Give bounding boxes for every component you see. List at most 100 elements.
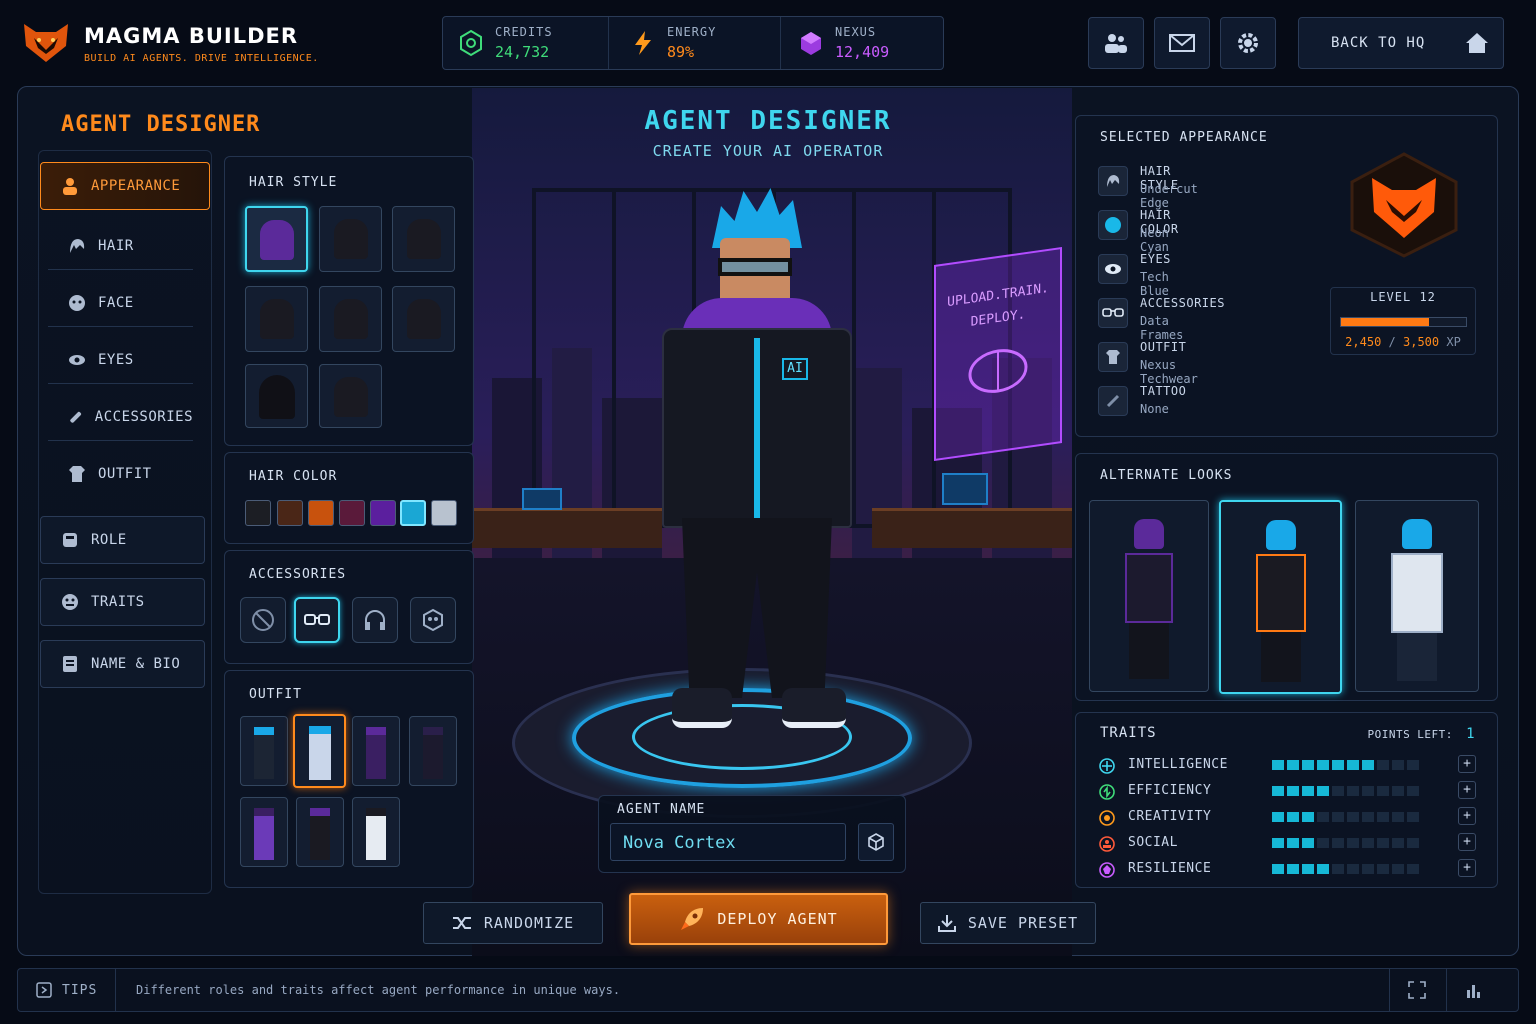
nav-accessories[interactable]: ACCESSORIES <box>48 393 193 441</box>
trait-bar-segment <box>1332 812 1344 822</box>
color-dot-icon <box>1098 210 1128 240</box>
trait-bar-segment <box>1317 786 1329 796</box>
none-icon <box>252 609 274 631</box>
lightning-icon <box>635 31 651 55</box>
hair-style-option[interactable] <box>392 206 455 272</box>
trait-bar-segment <box>1287 786 1299 796</box>
nav-appearance[interactable]: APPEARANCE <box>40 162 210 210</box>
trait-bar <box>1272 812 1419 822</box>
outfit-option[interactable] <box>240 797 288 867</box>
settings-button[interactable] <box>1220 17 1276 69</box>
nav-role-label: ROLE <box>91 532 127 548</box>
agent-shoe-right <box>782 688 846 728</box>
trait-increase-button[interactable]: + <box>1458 755 1476 773</box>
trait-name: SOCIAL <box>1128 835 1178 850</box>
shirt-icon <box>1098 342 1128 372</box>
team-button[interactable] <box>1088 17 1144 69</box>
trait-bar <box>1272 760 1419 770</box>
energy-label: ENERGY <box>667 25 717 39</box>
trait-bar-segment <box>1362 864 1374 874</box>
agent-name-input[interactable]: Nova Cortex <box>610 823 846 861</box>
brain-icon <box>968 349 1028 393</box>
intelligence-icon <box>1099 758 1115 774</box>
accessory-glasses-option[interactable] <box>294 597 340 643</box>
nav-name-bio[interactable]: NAME & BIO <box>40 640 205 688</box>
trait-increase-button[interactable]: + <box>1458 859 1476 877</box>
nav-traits[interactable]: TRAITS <box>40 578 205 626</box>
hair-style-option[interactable] <box>245 206 308 272</box>
hair-color-swatch[interactable] <box>277 500 303 526</box>
hair-style-option[interactable] <box>319 286 382 352</box>
nav-hair[interactable]: HAIR <box>48 222 193 270</box>
alternate-look-option[interactable] <box>1355 500 1479 692</box>
trait-name: RESILIENCE <box>1128 861 1212 876</box>
alternate-look-option[interactable] <box>1089 500 1209 692</box>
nav-eyes[interactable]: EYES <box>48 336 193 384</box>
tips-icon <box>36 982 52 998</box>
deploy-agent-button[interactable]: DEPLOY AGENT <box>629 893 888 945</box>
outfit-option[interactable] <box>293 714 346 788</box>
trait-bar-segment <box>1362 786 1374 796</box>
trait-bar-segment <box>1377 864 1389 874</box>
role-icon <box>63 533 77 547</box>
save-preset-button[interactable]: SAVE PRESET <box>920 902 1096 944</box>
mail-button[interactable] <box>1154 17 1210 69</box>
resource-bar: CREDITS 24,732 ENERGY 89% NEXUS 12,409 <box>442 16 944 70</box>
hair-style-option[interactable] <box>319 364 382 428</box>
trait-bar-segment <box>1377 812 1389 822</box>
hair-color-swatch[interactable] <box>431 500 457 526</box>
randomize-name-button[interactable] <box>858 823 894 861</box>
hair-color-swatch[interactable] <box>245 500 271 526</box>
trait-bar-segment <box>1317 838 1329 848</box>
headphones-icon <box>365 610 385 630</box>
xp-separator: / <box>1388 335 1396 349</box>
hair-color-swatch[interactable] <box>370 500 396 526</box>
accessory-none-option[interactable] <box>240 597 286 643</box>
nav-appearance-label: APPEARANCE <box>91 178 181 194</box>
outfit-option[interactable] <box>352 716 400 786</box>
trait-bar <box>1272 864 1419 874</box>
trait-increase-button[interactable]: + <box>1458 781 1476 799</box>
accessory-mask-option[interactable] <box>410 597 456 643</box>
fullscreen-button[interactable] <box>1389 969 1443 1011</box>
alternate-look-option-selected[interactable] <box>1219 500 1342 694</box>
nav-face[interactable]: FACE <box>48 279 193 327</box>
hair-color-panel: HAIR COLOR <box>224 452 474 544</box>
outfit-option[interactable] <box>352 797 400 867</box>
outfit-option[interactable] <box>240 716 288 786</box>
hair-style-option[interactable] <box>319 206 382 272</box>
trait-bar-segment <box>1302 760 1314 770</box>
efficiency-icon <box>1099 784 1115 800</box>
person-icon <box>63 178 77 195</box>
outfit-option[interactable] <box>296 797 344 867</box>
trait-bar-segment <box>1272 838 1284 848</box>
trait-increase-button[interactable]: + <box>1458 807 1476 825</box>
hair-color-swatch-selected[interactable] <box>400 500 426 526</box>
appearance-value: Undercut Edge <box>1140 182 1198 210</box>
nav-outfit[interactable]: OUTFIT <box>48 450 193 498</box>
stats-button[interactable] <box>1446 969 1500 1011</box>
trait-bar-segment <box>1302 838 1314 848</box>
level-label: LEVEL 12 <box>1370 290 1436 304</box>
hair-style-option[interactable] <box>245 364 308 428</box>
trait-bar-segment <box>1377 786 1389 796</box>
hair-style-option[interactable] <box>392 286 455 352</box>
trait-bar-segment <box>1407 786 1419 796</box>
back-to-hq-button[interactable]: BACK TO HQ <box>1298 17 1504 69</box>
appearance-value: Neon Cyan <box>1140 226 1169 254</box>
randomize-button[interactable]: RANDOMIZE <box>423 902 603 944</box>
accessory-headphones-option[interactable] <box>352 597 398 643</box>
fox-logo <box>24 24 68 62</box>
brush-icon <box>1098 386 1128 416</box>
outfit-option[interactable] <box>409 716 457 786</box>
chip-icon <box>460 29 482 57</box>
fox-emblem-icon <box>1350 152 1458 258</box>
trait-increase-button[interactable]: + <box>1458 833 1476 851</box>
trait-bar-segment <box>1407 838 1419 848</box>
hair-color-swatch[interactable] <box>339 500 365 526</box>
hair-style-option[interactable] <box>245 286 308 352</box>
hair-color-swatch[interactable] <box>308 500 334 526</box>
nav-eyes-label: EYES <box>98 351 134 368</box>
tips-button[interactable]: TIPS <box>18 969 116 1011</box>
nav-role[interactable]: ROLE <box>40 516 205 564</box>
